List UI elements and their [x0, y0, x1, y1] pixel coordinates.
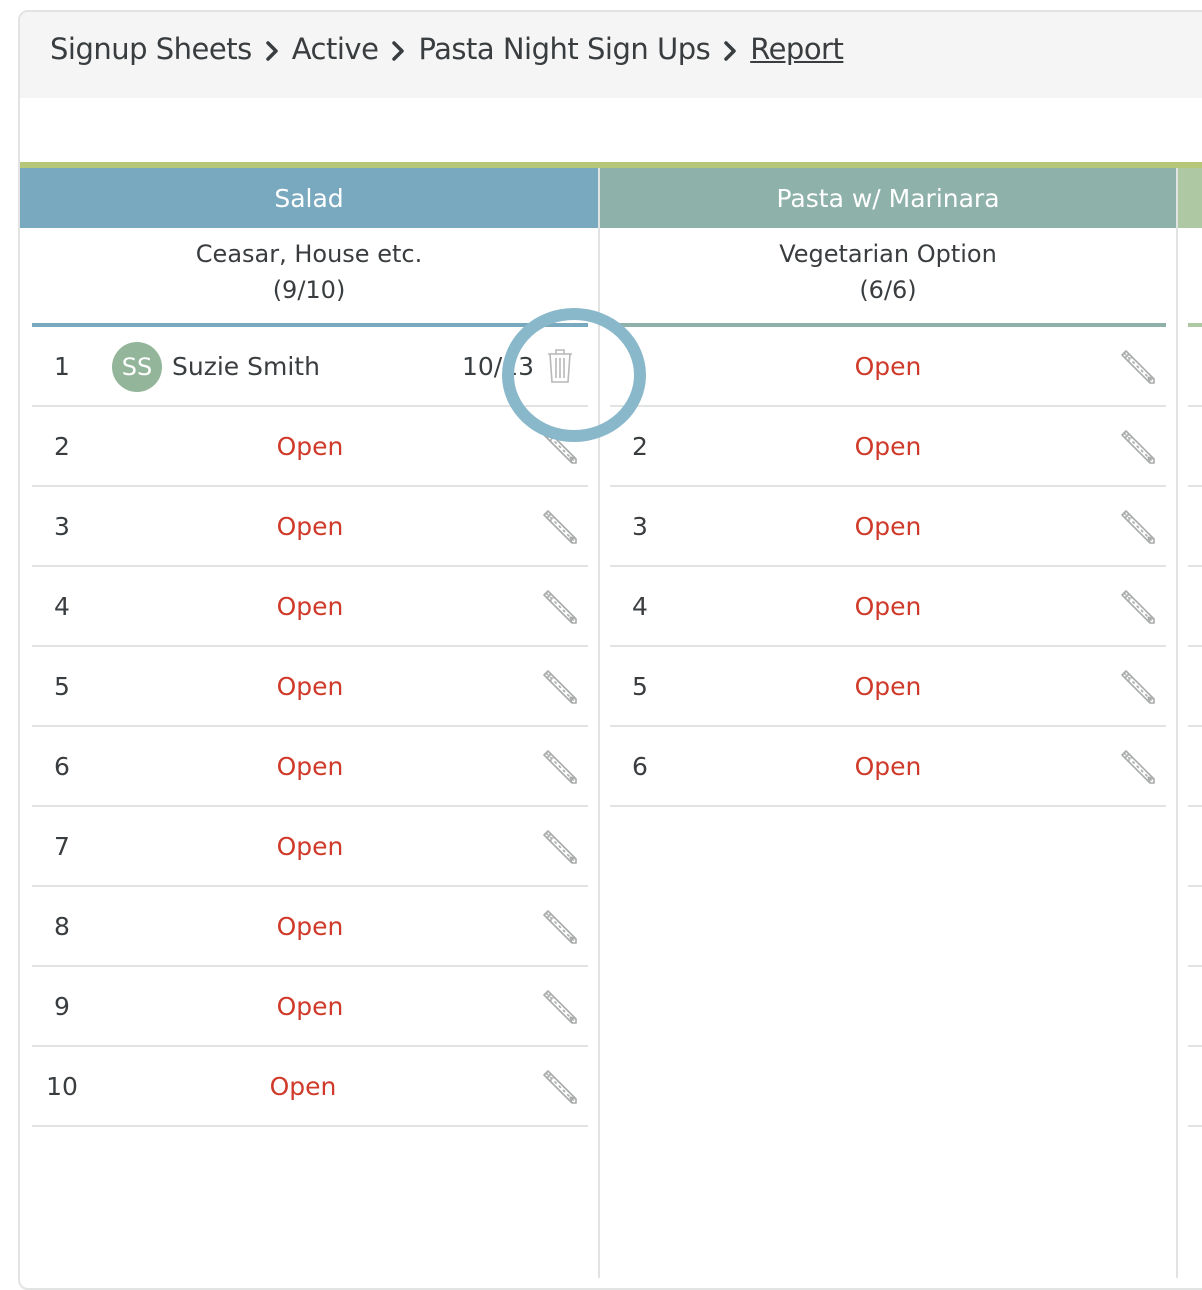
slot-row-open[interactable]: 2 Open	[610, 407, 1166, 487]
pencil-icon[interactable]	[540, 987, 580, 1027]
highlight-circle	[502, 308, 646, 442]
open-slot-label[interactable]: Open	[32, 647, 588, 725]
row-separator	[1188, 565, 1202, 567]
pencil-icon[interactable]	[540, 827, 580, 867]
breadcrumb-active[interactable]: Active	[292, 32, 379, 66]
slot-number: 1	[54, 351, 70, 381]
avatar: SS	[112, 342, 162, 392]
row-separator	[1188, 805, 1202, 807]
column-header-next	[1178, 168, 1202, 228]
breadcrumb-pasta-night[interactable]: Pasta Night Sign Ups	[418, 32, 710, 66]
open-slot-label[interactable]: Open	[610, 647, 1166, 725]
item-description: Ceasar, House etc.	[195, 240, 423, 268]
slot-row-open[interactable]: 4 Open	[32, 567, 588, 647]
pencil-icon[interactable]	[1118, 427, 1158, 467]
item-description: Vegetarian Option	[779, 240, 997, 268]
pencil-icon[interactable]	[1118, 747, 1158, 787]
slot-row-open[interactable]: 4 Open	[610, 567, 1166, 647]
pencil-icon[interactable]	[1118, 667, 1158, 707]
open-slot-label[interactable]: Open	[32, 727, 588, 805]
column-title: Pasta w/ Marinara	[776, 183, 1000, 213]
row-separator	[1188, 885, 1202, 887]
volunteer-name: Suzie Smith	[172, 351, 320, 381]
slot-row-open[interactable]: 7 Open	[32, 807, 588, 887]
pencil-icon[interactable]	[540, 507, 580, 547]
breadcrumb: Signup Sheets Active Pasta Night Sign Up…	[20, 12, 1202, 98]
pencil-icon[interactable]	[540, 907, 580, 947]
row-separator	[1188, 1045, 1202, 1047]
column-subtitle-pasta: Vegetarian Option (6/6)	[600, 236, 1176, 308]
pencil-icon[interactable]	[1118, 507, 1158, 547]
pencil-icon[interactable]	[540, 747, 580, 787]
open-slot-label[interactable]: Open	[32, 887, 588, 965]
slot-row-open[interactable]: 6 Open	[610, 727, 1166, 807]
chevron-right-icon	[722, 39, 740, 63]
breadcrumb-signup-sheets[interactable]: Signup Sheets	[50, 32, 252, 66]
column-header-pasta: Pasta w/ Marinara	[600, 168, 1176, 228]
slot-row-open[interactable]: 3 Open	[610, 487, 1166, 567]
chevron-right-icon	[264, 39, 282, 63]
breadcrumb-report[interactable]: Report	[750, 32, 844, 66]
slot-row-open[interactable]: 5 Open	[32, 647, 588, 727]
slot-row-open[interactable]: 5 Open	[610, 647, 1166, 727]
open-slot-label[interactable]: Open	[32, 567, 588, 645]
row-separator	[1188, 965, 1202, 967]
slot-row-open[interactable]: 3 Open	[32, 487, 588, 567]
column-subtitle-salad: Ceasar, House etc. (9/10)	[20, 236, 598, 308]
item-count: (9/10)	[272, 276, 346, 304]
open-slot-label[interactable]: Open	[18, 1047, 588, 1125]
open-slot-label[interactable]: Open	[32, 407, 588, 485]
column-divider	[1176, 168, 1178, 1278]
open-slot-label[interactable]: Open	[610, 727, 1166, 805]
column-header-salad: Salad	[20, 168, 598, 228]
slot-row-open[interactable]: 9 Open	[32, 967, 588, 1047]
slot-row-open[interactable]: 10 Open	[32, 1047, 588, 1127]
item-count: (6/6)	[859, 276, 917, 304]
slot-row-open[interactable]: 8 Open	[32, 887, 588, 967]
pencil-icon[interactable]	[540, 667, 580, 707]
pencil-icon[interactable]	[540, 1067, 580, 1107]
pencil-icon[interactable]	[1118, 347, 1158, 387]
row-separator	[1188, 645, 1202, 647]
pencil-icon[interactable]	[1118, 587, 1158, 627]
column-rule-next	[1188, 323, 1202, 327]
open-slot-label[interactable]: Open	[32, 487, 588, 565]
chevron-right-icon	[390, 39, 408, 63]
row-separator	[1188, 485, 1202, 487]
slot-row-open[interactable]: 2 Open	[32, 407, 588, 487]
row-separator	[1188, 405, 1202, 407]
open-slot-label[interactable]: Open	[32, 967, 588, 1045]
open-slot-label[interactable]: Open	[610, 567, 1166, 645]
slot-row-open[interactable]: 1 Open	[610, 327, 1166, 407]
row-separator	[1188, 1125, 1202, 1127]
open-slot-label[interactable]: Open	[610, 407, 1166, 485]
row-separator	[1188, 725, 1202, 727]
slot-row-open[interactable]: 6 Open	[32, 727, 588, 807]
open-slot-label[interactable]: Open	[610, 487, 1166, 565]
column-title: Salad	[274, 183, 344, 213]
open-slot-label[interactable]: Open	[610, 327, 1166, 405]
open-slot-label[interactable]: Open	[32, 807, 588, 885]
pencil-icon[interactable]	[540, 587, 580, 627]
